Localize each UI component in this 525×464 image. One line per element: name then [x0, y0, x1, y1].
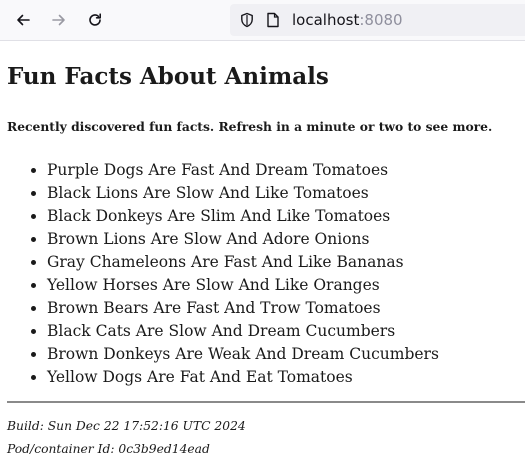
- back-button[interactable]: [9, 8, 37, 32]
- shield-icon[interactable]: [239, 12, 255, 28]
- fact-item: Brown Donkeys Are Weak And Dream Cucumbe…: [47, 343, 439, 366]
- fact-item: Yellow Horses Are Slow And Like Oranges: [47, 274, 439, 297]
- url-host: localhost: [292, 11, 360, 29]
- url-text[interactable]: localhost:8080: [292, 11, 403, 29]
- forward-button[interactable]: [45, 8, 73, 32]
- build-info: Build: Sun Dec 22 17:52:16 UTC 2024: [7, 419, 246, 433]
- browser-toolbar: localhost:8080: [0, 0, 525, 41]
- fact-item: Brown Bears Are Fast And Trow Tomatoes: [47, 297, 439, 320]
- fact-item: Brown Lions Are Slow And Adore Onions: [47, 228, 439, 251]
- page-title: Fun Facts About Animals: [7, 63, 329, 90]
- pod-info: Pod/container Id: 0c3b9ed14ead: [7, 442, 210, 456]
- intro-text: Recently discovered fun facts. Refresh i…: [7, 119, 493, 134]
- forward-arrow-icon: [52, 14, 65, 26]
- url-port: :8080: [359, 11, 403, 29]
- reload-icon: [89, 13, 101, 26]
- facts-list: Purple Dogs Are Fast And Dream Tomatoes …: [7, 159, 439, 389]
- page-icon[interactable]: [266, 12, 280, 28]
- fact-item: Gray Chameleons Are Fast And Like Banana…: [47, 251, 439, 274]
- address-bar[interactable]: localhost:8080: [230, 4, 525, 36]
- fact-item: Yellow Dogs Are Fat And Eat Tomatoes: [47, 366, 439, 389]
- fact-item: Black Lions Are Slow And Like Tomatoes: [47, 182, 439, 205]
- fact-item: Purple Dogs Are Fast And Dream Tomatoes: [47, 159, 439, 182]
- back-arrow-icon: [17, 14, 30, 26]
- reload-button[interactable]: [81, 8, 109, 32]
- fact-item: Black Cats Are Slow And Dream Cucumbers: [47, 320, 439, 343]
- fact-item: Black Donkeys Are Slim And Like Tomatoes: [47, 205, 439, 228]
- divider: [7, 401, 525, 403]
